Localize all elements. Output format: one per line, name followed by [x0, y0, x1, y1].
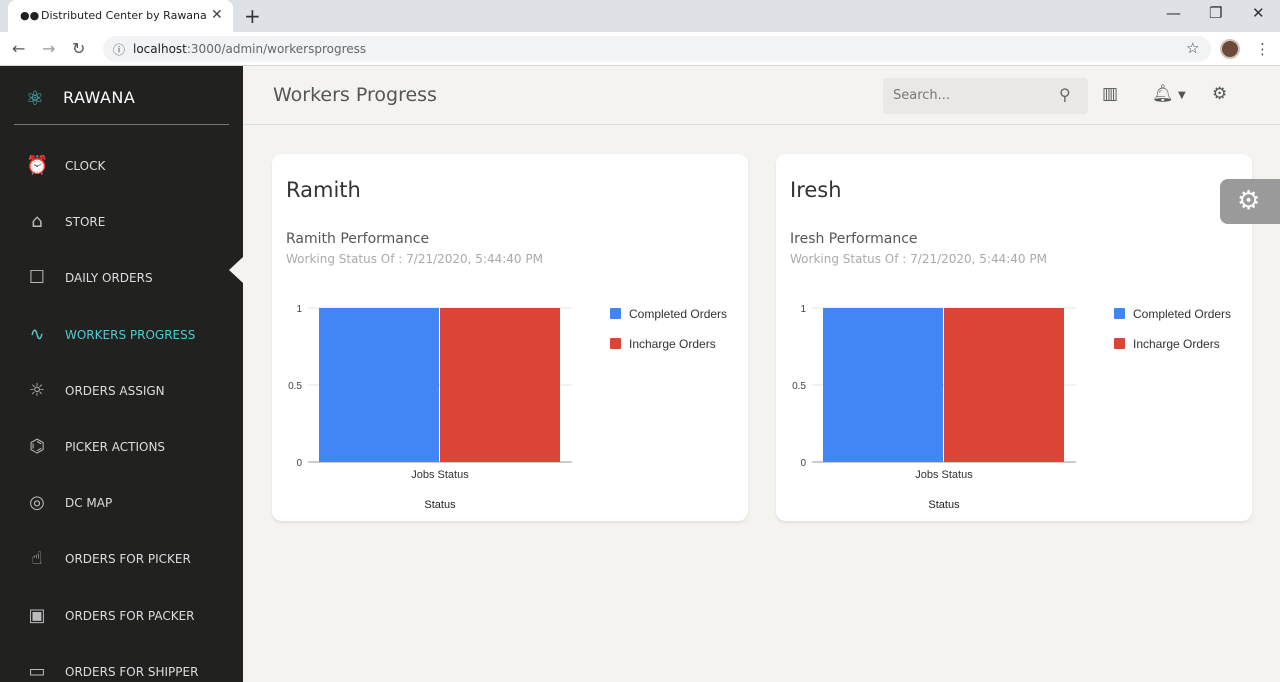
- y-tick-label: 1: [800, 304, 806, 315]
- truck-icon: ▭: [28, 660, 46, 682]
- x-axis-title: Status: [928, 499, 960, 511]
- sidebar-item-label: ORDERS FOR PACKER: [65, 608, 195, 623]
- x-tick-label: Jobs Status: [915, 469, 973, 481]
- sidebar-item-orders-for-picker[interactable]: ☝ ORDERS FOR PICKER: [0, 539, 243, 579]
- url-host: localhost: [133, 42, 187, 56]
- url-path: :3000/admin/workersprogress: [186, 42, 367, 56]
- legend-label: Incharge Orders: [1133, 337, 1220, 351]
- legend-swatch: [610, 338, 621, 349]
- working-status: Working Status Of : 7/21/2020, 5:44:40 P…: [790, 252, 1047, 266]
- y-tick-label: 1: [296, 304, 302, 315]
- legend-swatch: [610, 308, 621, 319]
- y-tick-label: 0: [296, 458, 302, 469]
- gear-icon: ⚙: [1237, 186, 1261, 216]
- working-status: Working Status Of : 7/21/2020, 5:44:40 P…: [286, 252, 543, 266]
- minimize-icon[interactable]: —: [1166, 4, 1181, 22]
- performance-title: Ramith Performance: [286, 231, 430, 247]
- new-tab-icon[interactable]: +: [244, 4, 261, 28]
- sidebar-item-label: STORE: [65, 215, 106, 230]
- reload-icon[interactable]: ↻: [72, 39, 85, 58]
- shop-icon: ⌂: [31, 211, 43, 233]
- url-field[interactable]: ⓘ localhost:3000/admin/workersprogress ☆: [103, 36, 1211, 62]
- search-input[interactable]: Search... ⚲: [883, 78, 1088, 114]
- browser-menu-icon[interactable]: ⋮: [1255, 40, 1270, 58]
- sidebar-item-workers-progress[interactable]: ∿ WORKERS PROGRESS: [0, 315, 243, 355]
- worker-card: Iresh Iresh Performance Working Status O…: [776, 154, 1252, 521]
- sidebar-item-label: ORDERS FOR PICKER: [65, 552, 191, 567]
- sidebar-item-label: ORDERS ASSIGN: [65, 383, 165, 398]
- sidebar-item-store[interactable]: ⌂ STORE: [0, 202, 243, 242]
- sidebar-item-label: DC MAP: [65, 496, 113, 511]
- globe-icon: ◎: [29, 492, 45, 514]
- profile-avatar[interactable]: [1220, 39, 1240, 59]
- vector-icon: ⌬: [29, 436, 45, 457]
- close-window-icon[interactable]: ✕: [1252, 4, 1265, 22]
- bar-incharge-orders: [944, 308, 1064, 462]
- sidebar: ⚛ RAWANA ⏰ CLOCK ⌂ STORE ☐ DAILY ORDERS ∿ WORKE…: [0, 66, 243, 682]
- caret-down-icon[interactable]: ▼: [1178, 90, 1186, 101]
- favicon-icon: ●●: [20, 9, 40, 22]
- sidebar-item-label: CLOCK: [65, 159, 106, 173]
- bar-chart: 0 0.5 1 Jobs Status Status Completed Orders In…: [792, 304, 1231, 511]
- sidebar-item-label: ORDERS FOR SHIPPER: [65, 664, 199, 679]
- bar-incharge-orders: [440, 308, 560, 462]
- sidebar-item-daily-orders[interactable]: ☐ DAILY ORDERS: [0, 258, 243, 298]
- browser-tab-bar: ●● Distributed Center by Rawana ✕ + — ❐ …: [0, 0, 1280, 32]
- sidebar-item-orders-for-shipper[interactable]: ▭ ORDERS FOR SHIPPER: [0, 652, 243, 682]
- url-text: localhost:3000/admin/workersprogress: [133, 42, 366, 56]
- performance-title: Iresh Performance: [790, 231, 918, 247]
- x-axis-title: Status: [424, 499, 456, 511]
- y-tick-label: 0: [800, 458, 806, 469]
- x-tick-label: Jobs Status: [411, 469, 469, 481]
- legend-swatch: [1114, 338, 1125, 349]
- bar-chart: 0 0.5 1 Jobs Status Status Completed Orders In…: [288, 304, 727, 511]
- basket-icon: ☐: [28, 267, 46, 289]
- legend-label: Incharge Orders: [629, 337, 716, 351]
- browser-tab[interactable]: ●● Distributed Center by Rawana ✕: [8, 0, 233, 32]
- worker-name: Iresh: [790, 178, 842, 202]
- bar-completed-orders: [823, 308, 943, 462]
- pulse-icon: ∿: [29, 323, 45, 345]
- box-icon: ▣: [28, 604, 46, 626]
- y-tick-label: 0.5: [792, 381, 806, 392]
- forward-icon[interactable]: →: [42, 39, 55, 58]
- sidebar-item-picker-actions[interactable]: ⌬ PICKER ACTIONS: [0, 427, 243, 467]
- brand-name[interactable]: RAWANA: [63, 88, 135, 107]
- sidebar-item-orders-assign[interactable]: ☼ ORDERS ASSIGN: [0, 371, 243, 411]
- sidebar-item-clock[interactable]: ⏰ CLOCK: [0, 146, 243, 186]
- worker-card: Ramith Ramith Performance Working Status…: [272, 154, 748, 521]
- settings-fab[interactable]: ⚙: [1220, 179, 1280, 224]
- bookmark-star-icon[interactable]: ☆: [1186, 39, 1199, 57]
- sidebar-item-label: PICKER ACTIONS: [65, 440, 166, 454]
- legend-label: Completed Orders: [1133, 307, 1231, 321]
- search-icon[interactable]: ⚲: [1059, 85, 1071, 104]
- page-title: Workers Progress: [273, 84, 437, 106]
- search-placeholder: Search...: [893, 88, 951, 103]
- hand-icon: ☝: [31, 548, 43, 570]
- navbar-divider: [243, 124, 1280, 125]
- back-icon[interactable]: ←: [12, 39, 25, 58]
- alarm-clock-icon: ⏰: [26, 155, 49, 176]
- worker-name: Ramith: [286, 178, 361, 202]
- bell-icon[interactable]: 🔔︎: [1152, 84, 1174, 104]
- active-item-indicator: [229, 257, 243, 283]
- sidebar-item-dc-map[interactable]: ◎ DC MAP: [0, 483, 243, 523]
- react-logo-icon: ⚛: [26, 86, 44, 110]
- gear-icon[interactable]: ⚙: [1212, 84, 1227, 104]
- sidebar-item-orders-for-packer[interactable]: ▣ ORDERS FOR PACKER: [0, 596, 243, 636]
- close-tab-icon[interactable]: ✕: [211, 7, 223, 23]
- restore-icon[interactable]: ❐: [1209, 4, 1222, 22]
- dashboard-layout-icon[interactable]: ▥: [1102, 84, 1118, 104]
- tab-title: Distributed Center by Rawana: [41, 9, 207, 22]
- legend-swatch: [1114, 308, 1125, 319]
- legend-label: Completed Orders: [629, 307, 727, 321]
- bar-completed-orders: [319, 308, 439, 462]
- sidebar-item-label: DAILY ORDERS: [65, 271, 153, 286]
- sidebar-item-label: WORKERS PROGRESS: [65, 327, 196, 342]
- address-bar: ← → ↻ ⓘ localhost:3000/admin/workersprog…: [0, 32, 1280, 66]
- info-icon[interactable]: ⓘ: [113, 41, 125, 58]
- brand-divider: [14, 124, 229, 125]
- y-tick-label: 0.5: [288, 381, 302, 392]
- bulb-icon: ☼: [28, 379, 46, 401]
